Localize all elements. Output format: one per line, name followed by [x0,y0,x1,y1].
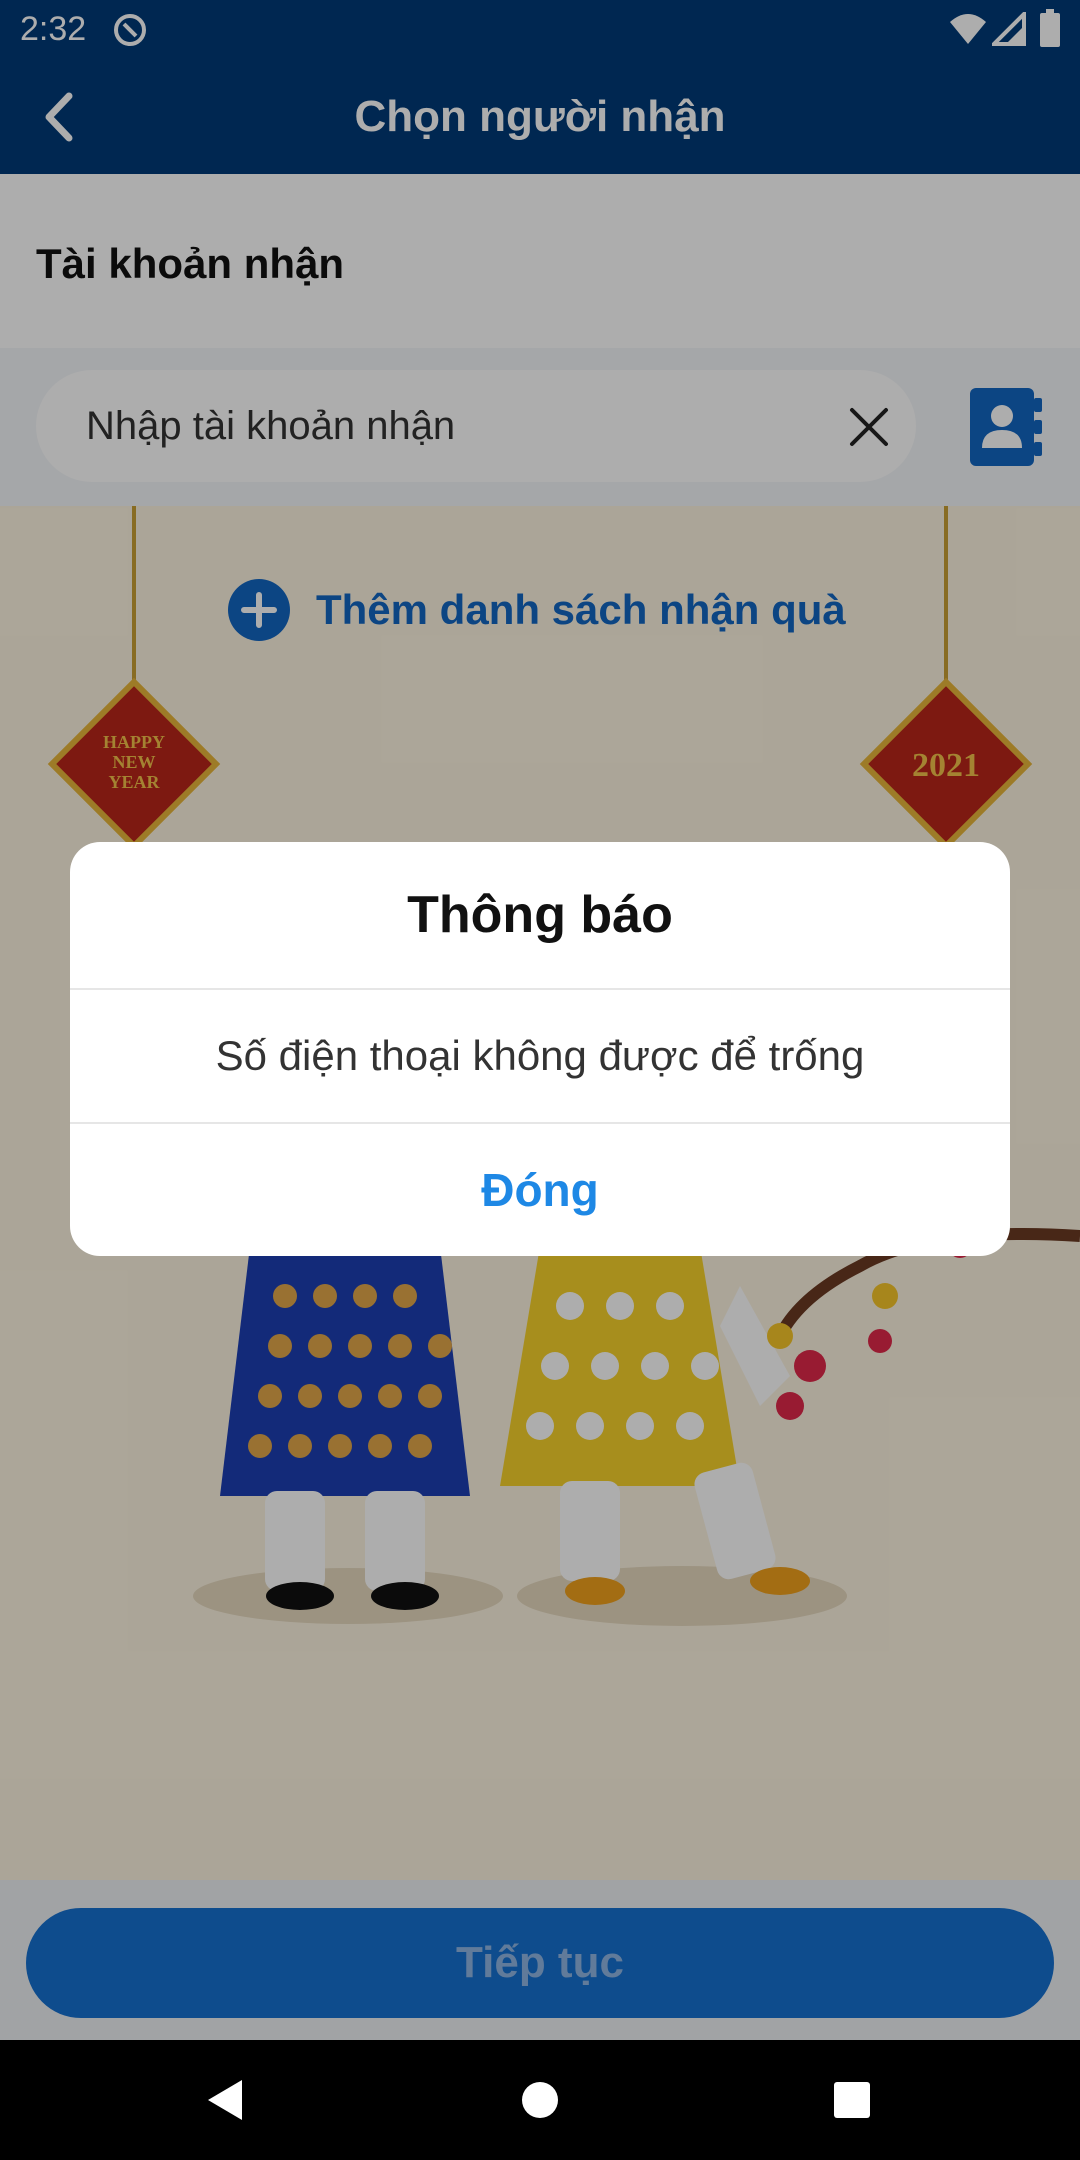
circle-home-icon [522,2082,558,2118]
dialog-message: Số điện thoại không được để trống [215,1032,865,1079]
square-recents-icon [834,2082,870,2118]
nav-recents-button[interactable] [802,2050,902,2150]
dialog-title: Thông báo [407,886,673,944]
triangle-back-icon [208,2080,242,2120]
nav-home-button[interactable] [490,2050,590,2150]
dialog-close-button[interactable]: Đóng [70,1124,1010,1256]
nav-back-button[interactable] [176,2050,276,2150]
alert-dialog: Thông báo Số điện thoại không được để tr… [70,842,1010,1256]
